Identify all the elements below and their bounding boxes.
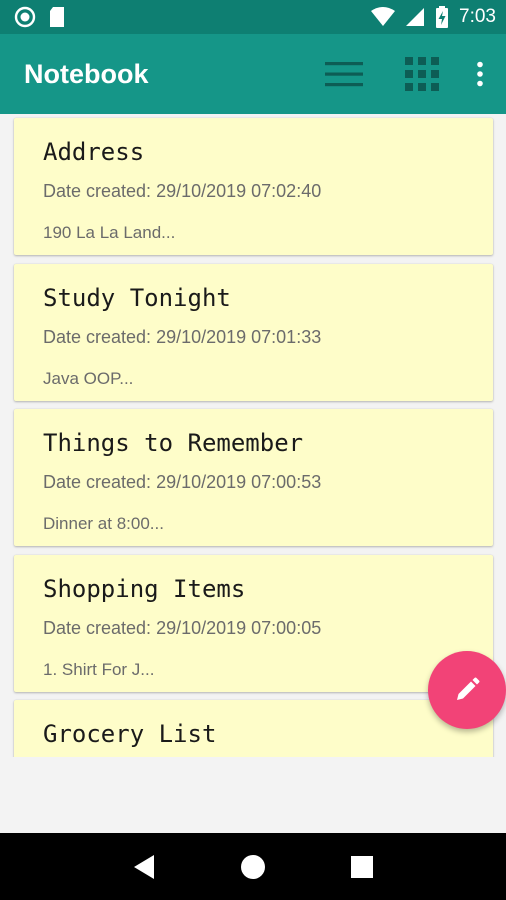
app-bar: Notebook [0,34,506,114]
system-nav-bar [0,833,506,900]
back-icon [134,854,155,879]
note-card[interactable]: Address Date created: 29/10/2019 07:02:4… [14,118,493,255]
record-icon [14,6,36,28]
recents-button[interactable] [342,847,382,887]
status-time: 7:03 [459,6,496,27]
list-view-button[interactable] [316,46,372,102]
note-preview: 190 La La Land... [43,223,176,242]
home-icon [240,854,265,879]
add-note-button[interactable] [428,651,506,729]
note-date: Date created: 29/10/2019 07:00:53 [43,472,322,492]
note-title: Address [43,138,145,166]
signal-icon [406,8,425,26]
note-card[interactable]: Shopping Items Date created: 29/10/2019 … [14,555,493,692]
home-button[interactable] [233,847,273,887]
note-title: Shopping Items [43,575,246,603]
note-card[interactable]: Grocery List [14,700,493,757]
note-title: Grocery List [43,720,217,748]
note-card[interactable]: Things to Remember Date created: 29/10/2… [14,409,493,546]
note-date: Date created: 29/10/2019 07:00:05 [43,618,322,638]
app-title: Notebook [24,58,149,89]
back-button[interactable] [124,847,164,887]
pencil-icon [457,677,480,700]
note-preview: Java OOP... [43,369,134,388]
list-view-icon [325,62,363,87]
note-title: Things to Remember [43,429,304,457]
note-title: Study Tonight [43,284,231,312]
note-date: Date created: 29/10/2019 07:02:40 [43,181,322,201]
wifi-icon [371,7,396,26]
sd-card-icon [50,7,64,27]
more-vert-icon [477,61,483,87]
note-card[interactable]: Study Tonight Date created: 29/10/2019 0… [14,264,493,401]
grid-view-button[interactable] [394,46,450,102]
status-bar: 7:03 [0,0,506,34]
note-date: Date created: 29/10/2019 07:01:33 [43,327,322,347]
notes-list: Address Date created: 29/10/2019 07:02:4… [0,114,506,757]
battery-charging-icon [436,6,449,28]
grid-view-icon [405,57,439,91]
note-preview: Dinner at 8:00... [43,514,164,533]
note-preview: 1. Shirt For J... [43,660,155,679]
recents-icon [350,855,373,878]
more-options-button[interactable] [458,46,502,102]
